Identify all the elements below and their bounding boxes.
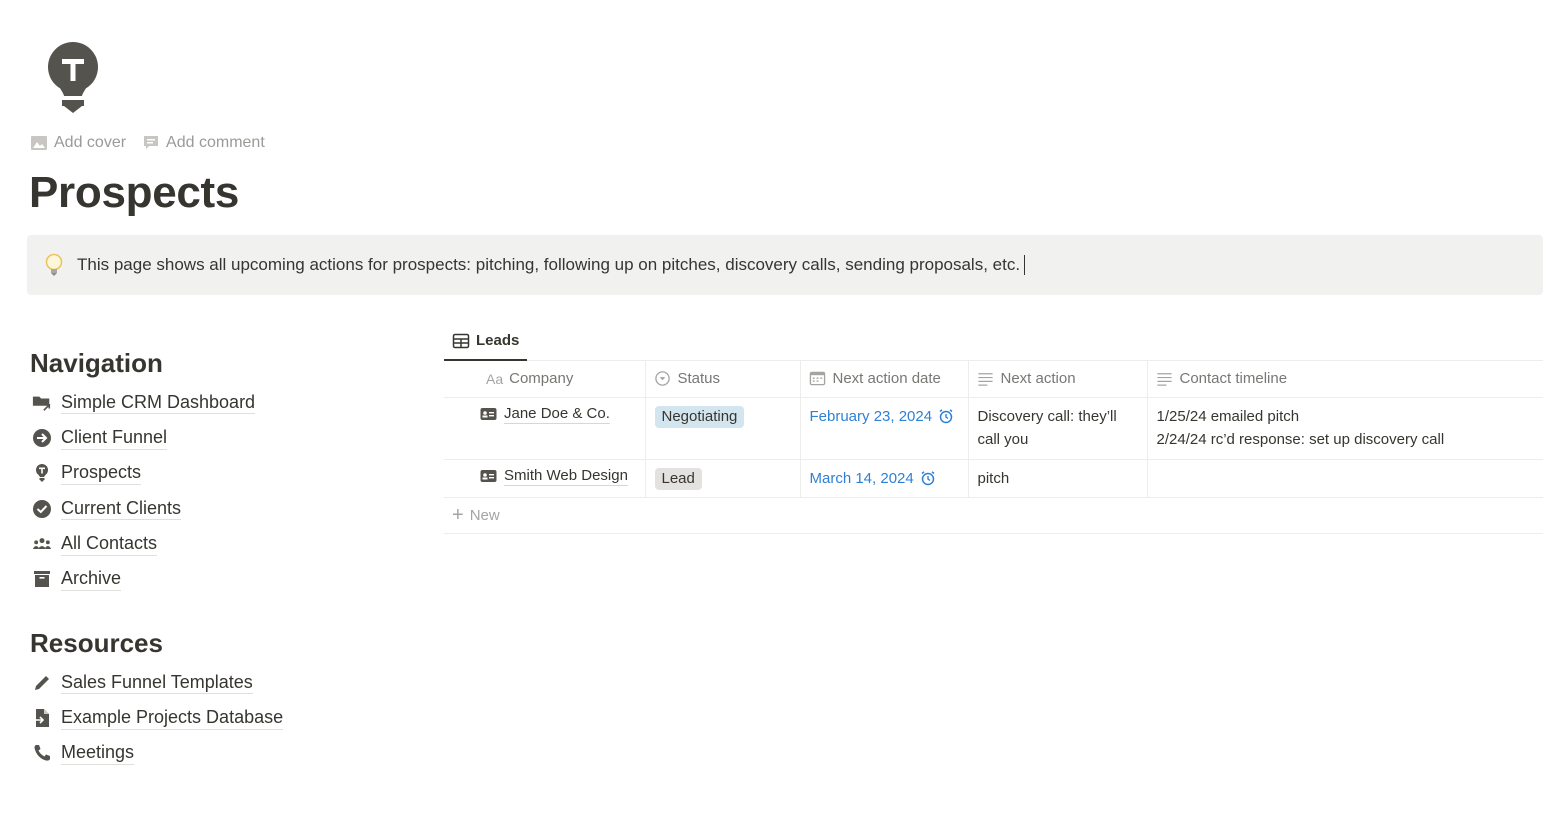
phone-icon: [30, 742, 54, 764]
company-name[interactable]: Jane Doe & Co.: [504, 405, 610, 424]
add-new-row-button[interactable]: + New: [444, 498, 1543, 534]
table-row[interactable]: Smith Web Design Lead March 14, 2024 pit…: [444, 459, 1543, 498]
company-cell[interactable]: Jane Doe & Co.: [444, 397, 646, 460]
callout[interactable]: This page shows all upcoming actions for…: [27, 235, 1543, 295]
status-badge: Negotiating: [654, 405, 745, 428]
text-lines-icon: [977, 370, 995, 388]
page-title: Prospects: [29, 168, 240, 217]
nav-label: Meetings: [61, 741, 135, 765]
check-circle-icon: [30, 498, 54, 520]
page-actions: Add cover Add comment: [30, 134, 265, 152]
company-name[interactable]: Smith Web Design: [504, 467, 628, 486]
nav-item-all-contacts[interactable]: All Contacts: [30, 526, 255, 561]
nav-label: All Contacts: [61, 532, 158, 556]
document-import-icon: [30, 707, 54, 729]
nav-item-current-clients[interactable]: Current Clients: [30, 491, 255, 526]
nav-item-prospects[interactable]: Prospects: [30, 456, 255, 491]
column-header-company[interactable]: Aa Company: [444, 361, 646, 398]
alarm-clock-icon: [921, 471, 935, 486]
pencil-icon: [30, 672, 54, 694]
status-icon: [654, 370, 672, 388]
alarm-clock-icon: [939, 409, 953, 424]
nav-label: Client Funnel: [61, 426, 168, 450]
nav-label: Archive: [61, 567, 122, 591]
lightbulb-t-icon: [48, 42, 98, 113]
add-cover-label: Add cover: [54, 134, 127, 151]
nav-label: Sales Funnel Templates: [61, 671, 253, 695]
resource-item-meetings[interactable]: Meetings: [30, 736, 283, 771]
company-cell[interactable]: Smith Web Design: [444, 459, 646, 498]
nav-label: Current Clients: [61, 497, 182, 521]
nav-item-simple-crm-dashboard[interactable]: Simple CRM Dashboard: [30, 385, 256, 420]
next-action-cell[interactable]: pitch: [968, 459, 1148, 498]
resources-list: Sales Funnel Templates Example Projects …: [30, 665, 284, 771]
callout-text[interactable]: This page shows all upcoming actions for…: [77, 255, 1020, 275]
contact-card-icon: [480, 470, 497, 482]
column-header-next-action[interactable]: Next action: [968, 361, 1148, 398]
text-cursor: [1024, 255, 1026, 275]
leads-database: Leads Aa Company Status Next action date …: [444, 322, 1543, 534]
resources-heading: Resources: [30, 628, 163, 658]
plus-icon: +: [452, 504, 464, 526]
leads-table: Aa Company Status Next action date Next a…: [444, 361, 1543, 498]
folder-link-icon: [30, 392, 54, 414]
table-row[interactable]: Jane Doe & Co. Negotiating February 23, …: [444, 397, 1543, 460]
add-comment-label: Add comment: [166, 134, 265, 151]
nav-label: Prospects: [61, 461, 142, 485]
comment-icon: [144, 136, 159, 149]
contact-timeline-cell[interactable]: [1147, 459, 1543, 498]
contact-timeline-cell[interactable]: 1/25/24 emailed pitch 2/24/24 rc’d respon…: [1147, 397, 1543, 460]
arrow-circle-icon: [30, 427, 54, 449]
lightbulb-icon: [45, 253, 63, 276]
page-icon-lightbulb-t[interactable]: [46, 42, 100, 114]
navigation-heading: Navigation: [30, 348, 163, 378]
resource-item-sales-funnel-templates[interactable]: Sales Funnel Templates: [30, 665, 283, 700]
date-cell[interactable]: March 14, 2024: [800, 459, 969, 498]
table-icon: [452, 333, 470, 348]
nav-label: Simple CRM Dashboard: [61, 391, 256, 415]
status-badge: Lead: [654, 467, 702, 490]
column-header-contact-timeline[interactable]: Contact timeline: [1147, 361, 1543, 398]
status-cell[interactable]: Lead: [645, 459, 801, 498]
next-action-cell[interactable]: Discovery call: they’ll call you: [968, 397, 1148, 460]
nav-label: Example Projects Database: [61, 706, 284, 730]
database-view-tabs: Leads: [444, 322, 1543, 361]
table-header-row: Aa Company Status Next action date Next a…: [444, 361, 1543, 398]
next-action-date: March 14, 2024: [809, 469, 914, 487]
column-header-next-action-date[interactable]: Next action date: [800, 361, 969, 398]
image-icon: [31, 136, 47, 150]
timeline-entry: 2/24/24 rc’d response: set up discovery …: [1156, 431, 1445, 448]
tab-label: Leads: [476, 332, 520, 349]
column-header-status[interactable]: Status: [645, 361, 801, 398]
calendar-icon: [809, 370, 827, 388]
add-comment-button[interactable]: Add comment: [142, 134, 265, 152]
lightbulb-icon: [30, 462, 54, 484]
archive-icon: [30, 568, 54, 590]
tab-leads[interactable]: Leads: [444, 322, 528, 361]
nav-item-archive[interactable]: Archive: [30, 561, 255, 596]
people-icon: [30, 533, 54, 555]
nav-item-client-funnel[interactable]: Client Funnel: [30, 420, 255, 455]
next-action-date: February 23, 2024: [809, 407, 933, 425]
resource-item-example-projects-database[interactable]: Example Projects Database: [30, 700, 284, 735]
add-cover-button[interactable]: Add cover: [30, 134, 126, 152]
title-aa-icon: Aa: [486, 370, 504, 387]
status-cell[interactable]: Negotiating: [645, 397, 801, 460]
navigation-list: Simple CRM Dashboard Client Funnel Prosp…: [30, 385, 256, 597]
contact-card-icon: [480, 408, 497, 420]
timeline-entry: 1/25/24 emailed pitch: [1156, 407, 1300, 425]
new-row-label: New: [469, 507, 500, 524]
date-cell[interactable]: February 23, 2024: [800, 397, 969, 460]
text-lines-icon: [1156, 370, 1174, 388]
